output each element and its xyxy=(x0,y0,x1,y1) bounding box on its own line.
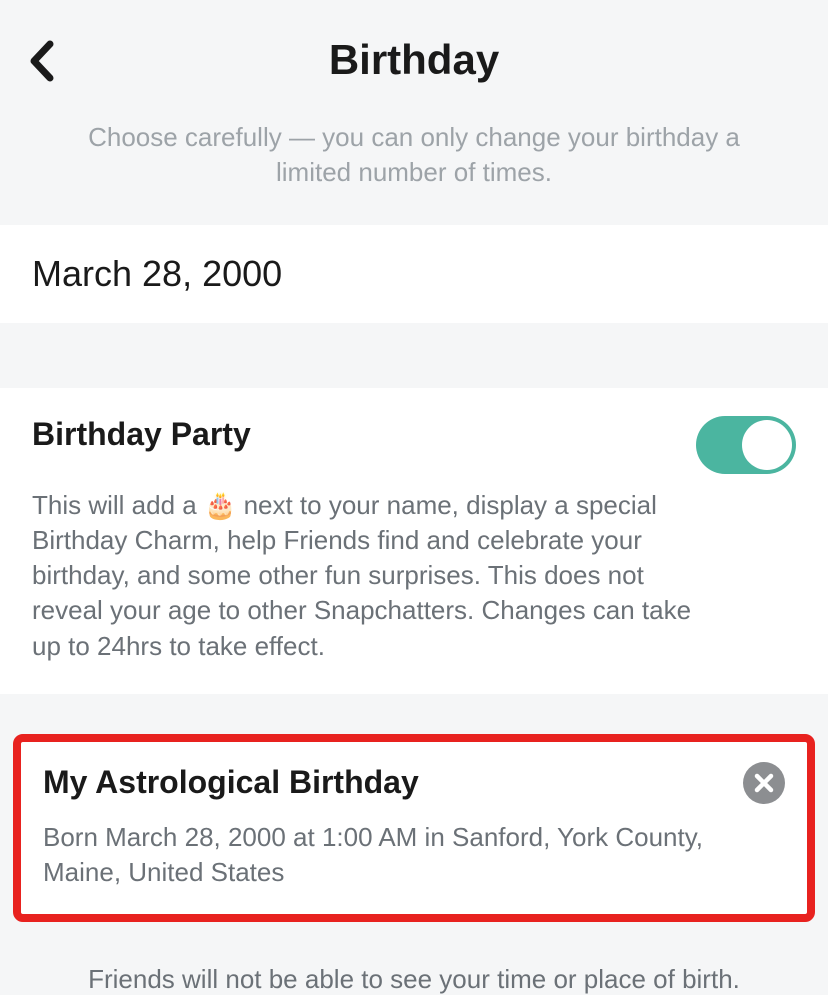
birthday-date-row[interactable]: March 28, 2000 xyxy=(0,225,828,323)
birthday-date-value: March 28, 2000 xyxy=(32,253,796,295)
astrological-description: Born March 28, 2000 at 1:00 AM in Sanfor… xyxy=(43,820,785,890)
birthday-party-header: Birthday Party xyxy=(32,416,796,474)
astrological-header: My Astrological Birthday xyxy=(43,762,785,804)
birthday-party-description: This will add a 🎂 next to your name, dis… xyxy=(32,488,692,663)
birthday-party-section: Birthday Party This will add a 🎂 next to… xyxy=(0,388,828,693)
astrological-section[interactable]: My Astrological Birthday Born March 28, … xyxy=(13,734,815,922)
footer-note: Friends will not be able to see your tim… xyxy=(0,922,828,995)
chevron-left-icon xyxy=(28,40,56,82)
header: Birthday xyxy=(0,0,828,120)
astrological-close-button[interactable] xyxy=(743,762,785,804)
birthday-party-title: Birthday Party xyxy=(32,416,251,453)
cake-icon: 🎂 xyxy=(204,490,236,520)
close-icon xyxy=(754,773,774,793)
astrological-title: My Astrological Birthday xyxy=(43,764,419,801)
back-button[interactable] xyxy=(28,40,56,87)
subtitle-text: Choose carefully — you can only change y… xyxy=(0,120,828,190)
toggle-knob xyxy=(742,420,792,470)
page-title: Birthday xyxy=(329,36,499,84)
birthday-party-toggle[interactable] xyxy=(696,416,796,474)
